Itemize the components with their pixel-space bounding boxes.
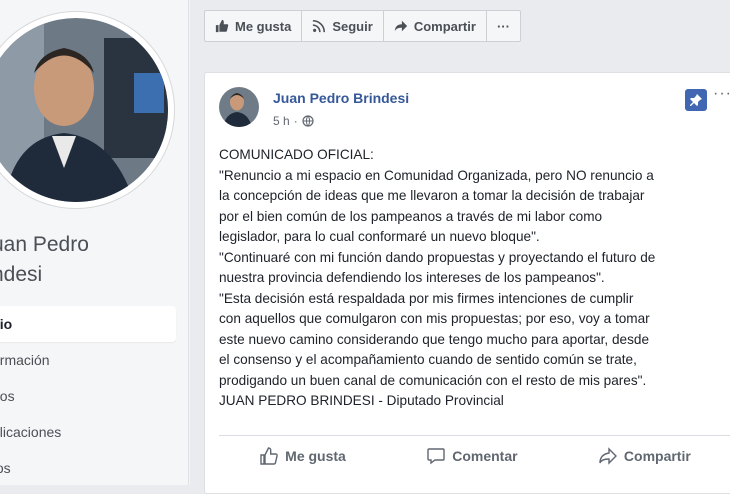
- pin-icon[interactable]: [685, 89, 707, 111]
- page-sidebar: uan Pedro ndesi cio ormación eos plicaci…: [0, 0, 190, 485]
- post-like-label: Me gusta: [285, 448, 346, 464]
- more-actions-button[interactable]: ···: [485, 10, 521, 42]
- post-author-link[interactable]: Juan Pedro Brindesi: [273, 90, 409, 106]
- post-comment-label: Comentar: [452, 448, 518, 464]
- post-meta: 5 h ·: [273, 114, 314, 128]
- post-line: la concepción de ideas que me llevaron a…: [219, 188, 645, 203]
- pinned-post: Juan Pedro Brindesi 5 h · ··· COMUNICADO…: [204, 72, 730, 494]
- follow-label: Seguir: [332, 18, 373, 34]
- page-nav: cio ormación eos plicaciones tos: [0, 306, 176, 486]
- comment-bubble-icon: [427, 448, 445, 465]
- post-comment-button[interactable]: Comentar: [426, 446, 518, 466]
- pushpin-icon: [690, 94, 702, 106]
- nav-item-publicaciones[interactable]: plicaciones: [0, 414, 176, 450]
- globe-icon: [302, 115, 314, 127]
- post-line: nuestra provincia defendiendo los intere…: [219, 270, 605, 285]
- post-line: "Esta decisión está respaldada por mis f…: [219, 290, 634, 306]
- profile-photo-image: [0, 18, 168, 202]
- post-share-button[interactable]: Compartir: [598, 446, 691, 466]
- thumbs-up-outline-icon: [260, 447, 279, 465]
- page-name-line-2: ndesi: [0, 263, 43, 286]
- post-share-label: Compartir: [623, 448, 691, 464]
- sidebar-divider: [188, 0, 189, 485]
- meta-separator: ·: [293, 114, 298, 128]
- page-name-line-1: uan Pedro: [0, 233, 89, 256]
- post-line: legislador, para lo cual conformaré un n…: [219, 229, 540, 244]
- post-line: COMUNICADO OFICIAL:: [219, 147, 374, 162]
- profile-picture[interactable]: [0, 12, 174, 208]
- follow-button[interactable]: Seguir: [301, 10, 384, 42]
- post-text: COMUNICADO OFICIAL: "Renuncio a mi espac…: [219, 145, 730, 412]
- author-avatar[interactable]: [219, 87, 259, 127]
- nav-item-inicio[interactable]: cio: [0, 306, 176, 342]
- post-line: "Renuncio a mi espacio en Comunidad Orga…: [219, 167, 654, 183]
- page-name[interactable]: uan Pedro ndesi: [0, 230, 182, 290]
- post-actions: Me gusta Comentar Compartir: [219, 435, 730, 476]
- post-line: "Continuaré con mi función dando propues…: [219, 249, 656, 265]
- post-line: prodigando un buen canal de comunicación…: [219, 372, 647, 388]
- post-line: por el bien común de los pampeanos a tra…: [219, 208, 603, 224]
- more-dots-icon: ···: [496, 18, 510, 34]
- post-options-icon[interactable]: ···: [713, 85, 730, 103]
- share-outline-icon: [599, 447, 617, 465]
- nav-item-informacion[interactable]: ormación: [0, 342, 176, 378]
- nav-item-fotos[interactable]: tos: [0, 450, 176, 486]
- share-arrow-icon: [394, 20, 407, 32]
- post-line: con aquellos que comulgaron con mis prop…: [219, 311, 650, 326]
- post-line: JUAN PEDRO BRINDESI - Diputado Provincia…: [219, 393, 504, 408]
- thumbs-up-icon: [215, 19, 229, 33]
- avatar-image: [219, 87, 259, 127]
- like-page-button[interactable]: Me gusta: [204, 10, 303, 42]
- post-line: este nuevo camino considerando que tengo…: [219, 331, 650, 347]
- post-line: el consenso y el acompañamiento cuando d…: [219, 352, 637, 367]
- rss-icon: [313, 19, 326, 33]
- post-like-button[interactable]: Me gusta: [259, 446, 346, 466]
- page-action-bar: Me gusta Seguir Compartir ···: [204, 10, 521, 42]
- share-page-button[interactable]: Compartir: [382, 10, 487, 42]
- nav-item-videos[interactable]: eos: [0, 378, 176, 414]
- like-page-label: Me gusta: [235, 18, 292, 34]
- share-page-label: Compartir: [413, 18, 476, 34]
- post-timestamp[interactable]: 5 h: [273, 114, 290, 128]
